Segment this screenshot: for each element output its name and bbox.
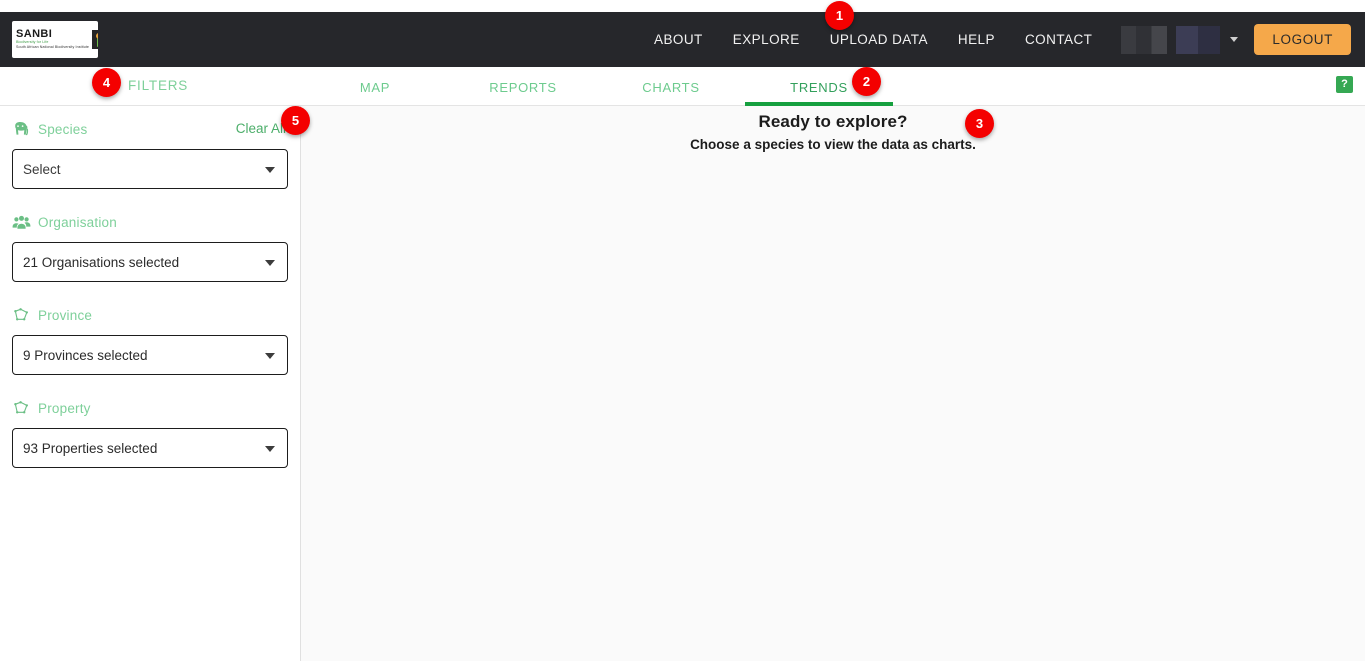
polygon-icon <box>12 400 32 416</box>
empty-state-title: Ready to explore? <box>758 112 908 131</box>
nav-explore[interactable]: EXPLORE <box>718 32 815 47</box>
annotation-marker-1: 1 <box>825 1 854 30</box>
filter-group-property: Property 93 Properties selected <box>12 397 288 468</box>
filter-group-organisation: Organisation 21 Organisations selected <box>12 211 288 282</box>
top-header: SANBI Biodiversity for Life South Africa… <box>0 12 1365 67</box>
nav-upload-data[interactable]: UPLOAD DATA <box>815 32 943 47</box>
user-menu[interactable] <box>1121 25 1239 54</box>
species-select-value: Select <box>23 161 61 177</box>
logo-plant-icon-1 <box>92 30 98 49</box>
sub-header-bar: FILTERS MAP REPORTS CHARTS TRENDS ? <box>0 67 1365 106</box>
filters-sidebar: Species Clear All Select Organisation 21… <box>0 106 301 661</box>
elephant-icon <box>12 121 32 137</box>
tab-reports[interactable]: REPORTS <box>449 69 597 105</box>
logo-text: SANBI Biodiversity for Life South Africa… <box>16 29 89 50</box>
app-root: SANBI Biodiversity for Life South Africa… <box>0 0 1365 661</box>
tab-map[interactable]: MAP <box>301 69 449 105</box>
chevron-down-icon <box>265 260 275 266</box>
empty-state: Ready to explore? Choose a species to vi… <box>301 106 1365 154</box>
clear-all-button[interactable]: Clear All <box>236 121 286 136</box>
logo-name: SANBI <box>16 28 53 40</box>
filter-label-province: Province <box>38 307 93 323</box>
nav-help[interactable]: HELP <box>943 32 1010 47</box>
annotation-marker-5: 5 <box>281 106 310 135</box>
logo-images <box>92 30 98 49</box>
main-content-panel: Ready to explore? Choose a species to vi… <box>301 106 1365 661</box>
tab-charts[interactable]: CHARTS <box>597 69 745 105</box>
polygon-icon <box>12 307 32 323</box>
annotation-marker-3: 3 <box>965 109 994 138</box>
user-name-redacted <box>1121 25 1168 54</box>
filter-label-organisation: Organisation <box>38 214 117 230</box>
sanbi-logo[interactable]: SANBI Biodiversity for Life South Africa… <box>12 21 98 58</box>
user-avatar-redacted <box>1176 25 1221 54</box>
filter-label-property: Property <box>38 400 91 416</box>
people-group-icon <box>12 214 32 230</box>
annotation-marker-4: 4 <box>92 68 121 97</box>
filters-title: FILTERS <box>128 78 189 93</box>
filter-header-province: Province <box>12 304 288 326</box>
chevron-down-icon <box>1230 37 1239 42</box>
top-navigation: ABOUT EXPLORE UPLOAD DATA HELP CONTACT L… <box>639 24 1365 55</box>
property-select-value: 93 Properties selected <box>23 440 158 456</box>
province-select[interactable]: 9 Provinces selected <box>12 335 288 375</box>
filter-header-organisation: Organisation <box>12 211 288 233</box>
organisation-select-value: 21 Organisations selected <box>23 254 180 270</box>
property-select[interactable]: 93 Properties selected <box>12 428 288 468</box>
filter-header-property: Property <box>12 397 288 419</box>
nav-about[interactable]: ABOUT <box>639 32 718 47</box>
organisation-select[interactable]: 21 Organisations selected <box>12 242 288 282</box>
chevron-down-icon <box>265 167 275 173</box>
filter-group-province: Province 9 Provinces selected <box>12 304 288 375</box>
filter-label-species: Species <box>38 121 88 137</box>
filter-group-species: Species Clear All Select <box>12 118 288 189</box>
chevron-down-icon <box>265 353 275 359</box>
nav-contact[interactable]: CONTACT <box>1010 32 1107 47</box>
tab-bar: MAP REPORTS CHARTS TRENDS <box>301 67 1365 106</box>
logo-full-name: South African National Biodiversity Inst… <box>16 45 90 49</box>
empty-state-subtitle: Choose a species to view the data as cha… <box>690 137 976 152</box>
species-select[interactable]: Select <box>12 149 288 189</box>
chevron-down-icon <box>265 446 275 452</box>
help-icon[interactable]: ? <box>1336 76 1353 93</box>
province-select-value: 9 Provinces selected <box>23 347 148 363</box>
logout-button[interactable]: LOGOUT <box>1254 24 1351 55</box>
annotation-marker-2: 2 <box>852 67 881 96</box>
